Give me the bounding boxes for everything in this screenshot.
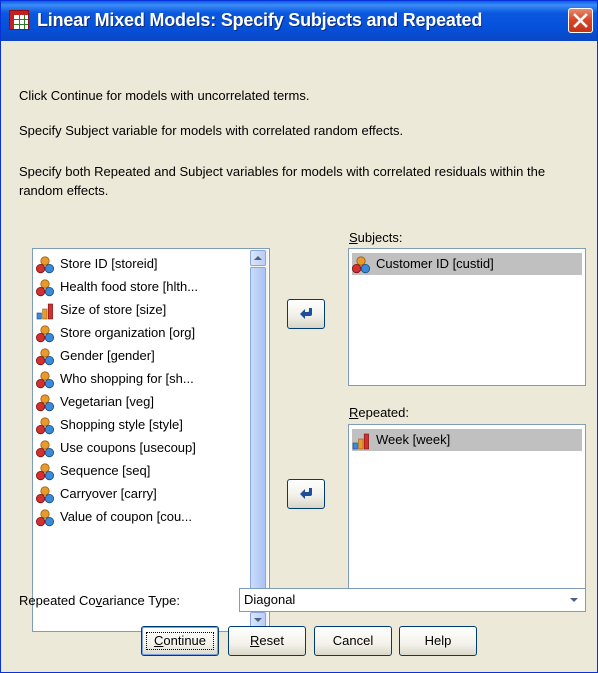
nominal-icon <box>36 440 54 458</box>
spss-dialog-icon <box>9 10 29 30</box>
help-button-label: Help <box>424 633 452 648</box>
nominal-icon <box>36 509 54 527</box>
move-arrow-icon <box>300 488 312 499</box>
reset-button[interactable]: Reset <box>228 626 306 656</box>
variable-list-item[interactable]: Shopping style [style] <box>36 414 246 436</box>
variable-list-item[interactable]: Health food store [hlth... <box>36 276 246 298</box>
close-button[interactable] <box>568 8 593 33</box>
variable-list-item-label: Size of store [size] <box>60 302 167 317</box>
chevron-down-icon <box>254 618 262 622</box>
instruction-repeated: Specify both Repeated and Subject variab… <box>19 164 546 198</box>
instruction-uncorrelated: Click Continue for models with uncorrela… <box>19 88 310 103</box>
covariance-type-label: Repeated Covariance Type: <box>19 593 180 608</box>
variable-list-item[interactable]: Sequence [seq] <box>36 460 246 482</box>
variable-list-item-label: Health food store [hlth... <box>60 279 199 294</box>
dialog-title: Linear Mixed Models: Specify Subjects an… <box>37 10 483 30</box>
ordinal-icon <box>36 303 53 320</box>
close-icon <box>573 13 588 28</box>
nominal-icon <box>36 463 54 481</box>
move-to-repeated-button[interactable] <box>287 479 325 509</box>
nominal-icon <box>36 325 54 343</box>
subjects-listbox[interactable]: Customer ID [custid] <box>348 248 586 386</box>
subjects-label: Subjects: <box>349 230 403 245</box>
help-button[interactable]: Help <box>399 626 477 656</box>
repeated-item-label: Week [week] <box>376 432 451 447</box>
variable-list-item-label: Store ID [storeid] <box>60 256 158 271</box>
variable-list-item-label: Value of coupon [cou... <box>60 509 193 524</box>
title-bar[interactable]: Linear Mixed Models: Specify Subjects an… <box>1 1 597 41</box>
variable-list-item-label: Vegetarian [veg] <box>60 394 154 409</box>
nominal-icon <box>36 279 54 297</box>
variable-list-item-label: Use coupons [usecoup] <box>60 440 196 455</box>
variable-list-item[interactable]: Value of coupon [cou... <box>36 506 246 528</box>
dialog-window: Linear Mixed Models: Specify Subjects an… <box>0 0 598 673</box>
variable-list-item[interactable]: Store ID [storeid] <box>36 253 246 275</box>
continue-button-label: Continue <box>153 633 207 648</box>
variable-list-item[interactable]: Gender [gender] <box>36 345 246 367</box>
variable-list-item[interactable]: Vegetarian [veg] <box>36 391 246 413</box>
instruction-subject: Specify Subject variable for models with… <box>19 123 404 138</box>
subject-item-label: Customer ID [custid] <box>376 256 494 271</box>
covariance-type-value: Diagonal <box>244 592 296 607</box>
variable-list-item[interactable]: Size of store [size] <box>36 299 246 321</box>
variable-list-item-label: Sequence [seq] <box>60 463 151 478</box>
scroll-thumb[interactable] <box>250 267 266 608</box>
variable-list-item[interactable]: Carryover [carry] <box>36 483 246 505</box>
variable-list-item[interactable]: Store organization [org] <box>36 322 246 344</box>
variable-list-item-label: Who shopping for [sh... <box>60 371 194 386</box>
variables-scrollbar[interactable] <box>250 250 268 630</box>
dialog-body: Click Continue for models with uncorrela… <box>1 41 597 672</box>
continue-button[interactable]: Continue <box>141 626 219 656</box>
subject-item[interactable]: Customer ID [custid] <box>352 253 582 275</box>
cancel-button[interactable]: Cancel <box>314 626 392 656</box>
nominal-icon <box>352 256 370 274</box>
ordinal-icon <box>352 433 369 450</box>
repeated-label: Repeated: <box>349 405 409 420</box>
move-to-subjects-button[interactable] <box>287 299 325 329</box>
covariance-type-select[interactable]: Diagonal <box>239 588 586 612</box>
variable-list-item-label: Carryover [carry] <box>60 486 157 501</box>
reset-button-label: Reset <box>250 633 284 648</box>
variable-list-item[interactable]: Use coupons [usecoup] <box>36 437 246 459</box>
variable-list-item-label: Gender [gender] <box>60 348 155 363</box>
nominal-icon <box>36 394 54 412</box>
nominal-icon <box>36 256 54 274</box>
dropdown-arrow-icon <box>570 598 578 602</box>
repeated-item[interactable]: Week [week] <box>352 429 582 451</box>
nominal-icon <box>36 417 54 435</box>
repeated-listbox[interactable]: Week [week] <box>348 424 586 611</box>
variable-list-item[interactable]: Who shopping for [sh... <box>36 368 246 390</box>
variables-listbox[interactable]: Store ID [storeid] Health food store [hlt… <box>32 248 270 632</box>
variable-list-item-label: Shopping style [style] <box>60 417 183 432</box>
cancel-button-label: Cancel <box>332 633 374 648</box>
nominal-icon <box>36 371 54 389</box>
chevron-up-icon <box>254 256 262 260</box>
nominal-icon <box>36 348 54 366</box>
move-arrow-icon <box>300 308 312 319</box>
variable-list-item-label: Store organization [org] <box>60 325 196 340</box>
scroll-up-button[interactable] <box>250 250 266 266</box>
nominal-icon <box>36 486 54 504</box>
